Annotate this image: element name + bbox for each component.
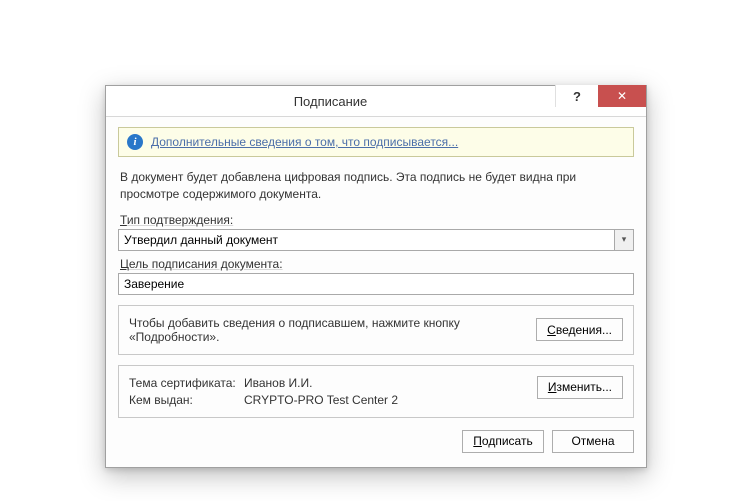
- close-icon: ✕: [617, 89, 627, 103]
- cert-subject-label: Тема сертификата:: [129, 376, 244, 390]
- cert-issuer-label: Кем выдан:: [129, 393, 244, 407]
- chevron-down-icon[interactable]: ▾: [614, 230, 633, 250]
- cert-subject-value: Иванов И.И.: [244, 376, 527, 390]
- details-panel: Чтобы добавить сведения о подписавшем, н…: [118, 305, 634, 355]
- purpose-label: Цель подписания документа:: [120, 257, 632, 271]
- help-button[interactable]: ?: [555, 85, 598, 107]
- confirm-type-value[interactable]: [118, 229, 634, 251]
- certificate-grid: Тема сертификата: Иванов И.И. Кем выдан:…: [129, 376, 527, 407]
- info-banner: i Дополнительные сведения о том, что под…: [118, 127, 634, 157]
- close-button[interactable]: ✕: [598, 85, 646, 107]
- titlebar: Подписание ? ✕: [106, 86, 646, 117]
- confirm-type-combo[interactable]: ▾: [118, 229, 634, 251]
- purpose-input[interactable]: [118, 273, 634, 295]
- sign-button[interactable]: Подписать: [462, 430, 544, 453]
- description-text: В документ будет добавлена цифровая подп…: [120, 169, 632, 203]
- certificate-panel: Тема сертификата: Иванов И.И. Кем выдан:…: [118, 365, 634, 418]
- cancel-button[interactable]: Отмена: [552, 430, 634, 453]
- details-button[interactable]: Сведения...: [536, 318, 623, 341]
- titlebar-controls: ? ✕: [555, 86, 646, 116]
- more-info-link[interactable]: Дополнительные сведения о том, что подпи…: [151, 135, 458, 149]
- help-icon: ?: [573, 89, 581, 104]
- info-icon: i: [127, 134, 143, 150]
- dialog-title: Подписание: [106, 94, 555, 109]
- details-panel-text: Чтобы добавить сведения о подписавшем, н…: [129, 316, 526, 344]
- dialog-footer: Подписать Отмена: [118, 418, 634, 455]
- dialog-body: i Дополнительные сведения о том, что под…: [106, 117, 646, 467]
- change-cert-button[interactable]: Изменить...: [537, 376, 623, 399]
- sign-dialog: Подписание ? ✕ i Дополнительные сведения…: [105, 85, 647, 468]
- certificate-actions: Изменить...: [537, 376, 623, 407]
- cert-issuer-value: CRYPTO-PRO Test Center 2: [244, 393, 527, 407]
- confirm-type-label: Тип подтверждения:: [120, 213, 632, 227]
